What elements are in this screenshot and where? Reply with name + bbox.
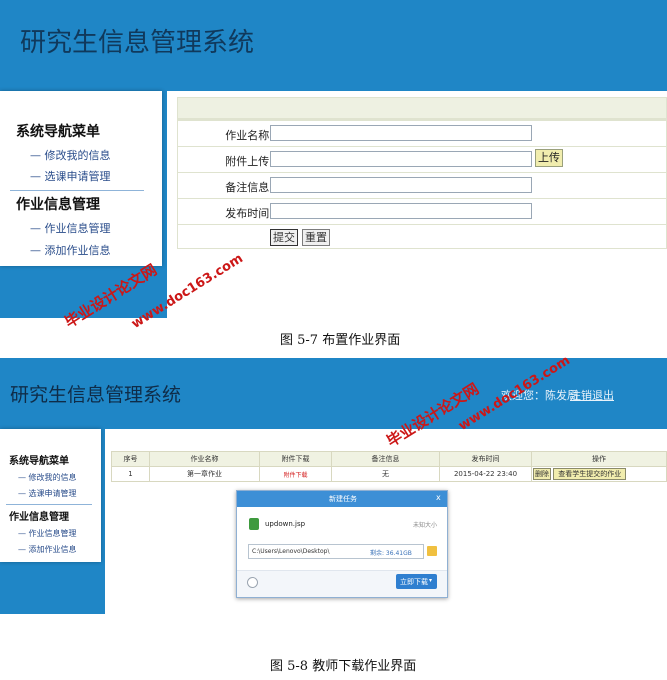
table-row: 1 第一章作业 附件下载 无 2015-04-22 23:40 删除 查看学生提… bbox=[111, 466, 667, 482]
dialog-title: 新建任务 bbox=[329, 495, 357, 503]
fig1-label-name: 作业名称: bbox=[225, 129, 273, 142]
fig1-caption: 图 5-7 布置作业界面 bbox=[280, 333, 401, 348]
fig1-nav-item-profile[interactable]: — 修改我的信息 bbox=[30, 147, 111, 163]
fig2-nav-item-profile[interactable]: — 修改我的信息 bbox=[18, 472, 77, 483]
fig1-form-header-bar bbox=[177, 97, 667, 119]
fig1-row-time: 发布时间: bbox=[178, 198, 667, 224]
fig1-hw-item-label: 作业信息管理 bbox=[44, 222, 111, 235]
dialog-path: C:\Users\Lenovo\Desktop\ bbox=[252, 548, 330, 555]
fig2-system-title: 研究生信息管理系统 bbox=[10, 384, 182, 406]
fig1-form: 作业名称: 附件上传: 上传 备注信息: 发布时间: 提交 重置 bbox=[177, 119, 667, 249]
delete-button[interactable]: 删除 bbox=[533, 468, 551, 480]
fig2-sidebar-divider bbox=[6, 504, 92, 505]
file-type-icon bbox=[249, 518, 259, 530]
th-action: 操作 bbox=[531, 451, 667, 467]
fig1-system-title: 研究生信息管理系统 bbox=[20, 28, 255, 58]
fig2-caption: 图 5-8 教师下载作业界面 bbox=[270, 659, 417, 674]
folder-icon[interactable] bbox=[427, 546, 437, 556]
dialog-filename: updown.jsp bbox=[265, 520, 306, 528]
fig1-row-buttons: 提交 重置 bbox=[178, 224, 667, 250]
dialog-free-space: 剩余: 36.41GB bbox=[370, 550, 412, 557]
fig1-nav-item-label: 修改我的信息 bbox=[44, 149, 111, 162]
table-header-row: 序号 作业名称 附件下载 备注信息 发布时间 操作 bbox=[111, 451, 667, 467]
fig1-label-remark: 备注信息: bbox=[225, 181, 273, 194]
close-icon[interactable]: x bbox=[436, 493, 441, 502]
fig1-hw-item-manage[interactable]: — 作业信息管理 bbox=[30, 220, 111, 236]
fig1-input-time[interactable] bbox=[270, 203, 532, 219]
fig2-nav-item-label: 选课申请管理 bbox=[28, 489, 77, 498]
fig2-nav-item-course[interactable]: — 选课申请管理 bbox=[18, 488, 77, 499]
fig2-logout-link[interactable]: 注销退出 bbox=[570, 387, 614, 403]
fig1-row-name: 作业名称: bbox=[178, 120, 667, 146]
dialog-titlebar: 新建任务 x bbox=[237, 491, 447, 507]
cell-remark: 无 bbox=[331, 466, 440, 482]
fig2-homework-table: 序号 作业名称 附件下载 备注信息 发布时间 操作 1 第一章作业 附件下载 无… bbox=[111, 451, 667, 482]
download-now-button[interactable]: 立即下载 ▾ bbox=[396, 574, 437, 589]
fig1-row-attachment: 附件上传: 上传 bbox=[178, 146, 667, 172]
th-remark: 备注信息 bbox=[331, 451, 440, 467]
view-submissions-button[interactable]: 查看学生提交的作业 bbox=[553, 468, 627, 480]
fig1-submit-button[interactable]: 提交 bbox=[270, 229, 298, 246]
fig1-sidebar-divider bbox=[10, 190, 144, 191]
fig1-label-attachment: 附件上传: bbox=[225, 155, 273, 168]
th-index: 序号 bbox=[111, 451, 150, 467]
fig1-nav-item-course[interactable]: — 选课申请管理 bbox=[30, 168, 111, 184]
fig2-hw-item-add[interactable]: — 添加作业信息 bbox=[18, 544, 77, 555]
fig1-nav-heading: 系统导航菜单 bbox=[16, 124, 100, 140]
th-time: 发布时间 bbox=[439, 451, 532, 467]
expand-icon[interactable] bbox=[247, 577, 258, 588]
th-attachment: 附件下载 bbox=[259, 451, 332, 467]
fig2-hw-item-manage[interactable]: — 作业信息管理 bbox=[18, 528, 77, 539]
download-dialog: 新建任务 x updown.jsp 未知大小 C:\Users\Lenovo\D… bbox=[236, 490, 448, 598]
fig2-hw-heading: 作业信息管理 bbox=[9, 512, 69, 523]
download-now-label: 立即下载 bbox=[400, 578, 428, 586]
cell-time: 2015-04-22 23:40 bbox=[439, 466, 532, 482]
fig1-input-remark[interactable] bbox=[270, 177, 532, 193]
fig2-nav-item-label: 修改我的信息 bbox=[28, 473, 77, 482]
fig1-reset-button[interactable]: 重置 bbox=[302, 229, 330, 246]
fig1-input-attachment[interactable] bbox=[270, 151, 532, 167]
fig2-nav-heading: 系统导航菜单 bbox=[9, 456, 69, 467]
dialog-size: 未知大小 bbox=[413, 522, 438, 529]
fig1-row-remark: 备注信息: bbox=[178, 172, 667, 198]
fig1-hw-item-add[interactable]: — 添加作业信息 bbox=[30, 242, 111, 258]
fig2-content-area: 序号 作业名称 附件下载 备注信息 发布时间 操作 1 第一章作业 附件下载 无… bbox=[105, 429, 667, 614]
fig1-content-area: 作业名称: 附件上传: 上传 备注信息: 发布时间: 提交 重置 bbox=[167, 91, 667, 318]
cell-index: 1 bbox=[111, 466, 150, 482]
cell-attachment-link[interactable]: 附件下载 bbox=[259, 466, 332, 482]
fig2-sidebar: 系统导航菜单 — 修改我的信息 — 选课申请管理 作业信息管理 — 作业信息管理… bbox=[0, 429, 101, 562]
fig2-hw-item-label: 作业信息管理 bbox=[28, 529, 77, 538]
fig1-hw-heading: 作业信息管理 bbox=[16, 197, 100, 213]
th-name: 作业名称 bbox=[149, 451, 260, 467]
cell-name: 第一章作业 bbox=[149, 466, 260, 482]
fig1-upload-button[interactable]: 上传 bbox=[535, 149, 563, 167]
fig1-input-name[interactable] bbox=[270, 125, 532, 141]
dialog-path-field[interactable]: C:\Users\Lenovo\Desktop\ 剩余: 36.41GB bbox=[248, 544, 424, 559]
fig1-nav-item-label: 选课申请管理 bbox=[44, 170, 111, 183]
fig1-hw-item-label: 添加作业信息 bbox=[44, 244, 111, 257]
chevron-down-icon[interactable]: ▾ bbox=[429, 577, 432, 584]
cell-actions: 删除 查看学生提交的作业 bbox=[531, 466, 667, 482]
fig2-hw-item-label: 添加作业信息 bbox=[28, 545, 77, 554]
fig1-label-time: 发布时间: bbox=[225, 207, 273, 220]
fig1-sidebar: 系统导航菜单 — 修改我的信息 — 选课申请管理 作业信息管理 — 作业信息管理… bbox=[0, 91, 162, 266]
